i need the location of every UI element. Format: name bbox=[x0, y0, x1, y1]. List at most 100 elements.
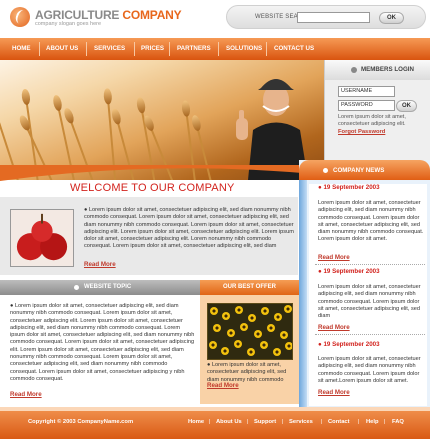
footer-separator: | bbox=[358, 419, 360, 425]
nav-item-about-us[interactable]: ABOUT US bbox=[46, 38, 78, 60]
flower bbox=[221, 347, 229, 355]
nav-item-contact-us[interactable]: CONTACT US bbox=[274, 38, 314, 60]
apples-photo bbox=[10, 209, 74, 267]
flower bbox=[248, 314, 256, 322]
flower bbox=[235, 306, 243, 314]
news-title: COMPANY NEWS bbox=[333, 167, 385, 174]
flowers-photo bbox=[207, 303, 293, 360]
members-title: MEMBERS LOGIN bbox=[361, 66, 414, 73]
copyright: Copyright © 2003 CompanyName.com bbox=[28, 419, 134, 425]
flower bbox=[213, 324, 221, 332]
search-input[interactable] bbox=[297, 12, 370, 23]
flower bbox=[234, 340, 242, 348]
topic-title: WEBSITE TOPIC bbox=[84, 284, 132, 290]
nav-separator bbox=[266, 42, 267, 56]
news-date: ● 19 September 2003 bbox=[318, 184, 380, 191]
nav-separator bbox=[39, 42, 40, 56]
news-date: ● 19 September 2003 bbox=[318, 341, 380, 348]
header: AGRICULTURE COMPANY company slogan goes … bbox=[0, 0, 430, 38]
welcome-body-text: Lorem ipsum dolor sit amet, consectetuer… bbox=[84, 207, 294, 250]
offer-header: OUR BEST OFFER bbox=[200, 280, 299, 295]
news-text: Lorem ipsum dolor sit amet, consectetuer… bbox=[318, 356, 421, 384]
search-box: WEBSITE SEARCH OK bbox=[226, 5, 426, 29]
news-date-text: 19 September 2003 bbox=[323, 184, 380, 191]
news-read-more-link[interactable]: Read More bbox=[318, 389, 350, 396]
welcome-text: ● Lorem ipsum dolor sit amet, consectetu… bbox=[84, 207, 294, 250]
nav-item-solutions[interactable]: SOLUTIONS bbox=[226, 38, 262, 60]
news-date-text: 19 September 2003 bbox=[323, 268, 380, 275]
flower bbox=[284, 305, 292, 313]
members-text: Lorem ipsum dolor sit amet, consectetuer… bbox=[338, 114, 406, 127]
flower bbox=[209, 341, 217, 349]
welcome-read-more-link[interactable]: Read More bbox=[84, 261, 116, 268]
logo-word-2: COMPANY bbox=[122, 8, 182, 22]
topic-read-more-link[interactable]: Read More bbox=[10, 391, 42, 398]
nav-separator bbox=[134, 42, 135, 56]
footer-separator: | bbox=[384, 419, 386, 425]
footer-link-services[interactable]: Services bbox=[289, 419, 313, 425]
flower bbox=[267, 324, 275, 332]
flower bbox=[273, 348, 281, 356]
footer-separator: | bbox=[247, 419, 249, 425]
news-read-more-link[interactable]: Read More bbox=[318, 324, 350, 331]
news-header: COMPANY NEWS bbox=[299, 160, 430, 180]
news-date-text: 19 September 2003 bbox=[323, 341, 380, 348]
welcome-title: WELCOME TO OUR COMPANY bbox=[70, 182, 235, 194]
nav-item-partners[interactable]: PARTNERS bbox=[177, 38, 211, 60]
flower bbox=[280, 331, 288, 339]
nav-separator bbox=[86, 42, 87, 56]
flower bbox=[227, 329, 235, 337]
news-read-more-link[interactable]: Read More bbox=[318, 254, 350, 261]
footer-link-support[interactable]: Support bbox=[254, 419, 276, 425]
bullet-icon bbox=[74, 285, 79, 290]
password-field[interactable]: PASSWORD bbox=[338, 100, 395, 111]
main-nav: HOME ABOUT US SERVICES PRICES PARTNERS S… bbox=[0, 38, 430, 60]
members-login: MEMBERS LOGIN bbox=[324, 60, 430, 165]
forgot-password-link[interactable]: Forgot Password bbox=[338, 129, 385, 135]
footer-separator: | bbox=[282, 419, 284, 425]
username-field[interactable]: USERNAME bbox=[338, 86, 395, 97]
news-date: ● 19 September 2003 bbox=[318, 268, 380, 275]
footer-link-contact[interactable]: Contact bbox=[328, 419, 350, 425]
footer-link-help[interactable]: Help bbox=[366, 419, 379, 425]
nav-separator bbox=[169, 42, 170, 56]
footer: Copyright © 2003 CompanyName.com Home | … bbox=[0, 407, 430, 439]
news-stripe bbox=[299, 180, 307, 407]
login-ok-button[interactable]: OK bbox=[396, 100, 417, 112]
footer-link-about-us[interactable]: About Us bbox=[216, 419, 242, 425]
topic-body-text: Lorem ipsum dolor sit amet, consectetuer… bbox=[10, 303, 195, 382]
news-separator bbox=[315, 264, 425, 265]
search-ok-button[interactable]: OK bbox=[379, 12, 404, 24]
flower bbox=[222, 312, 230, 320]
nav-item-services[interactable]: SERVICES bbox=[94, 38, 125, 60]
footer-link-faq[interactable]: FAQ bbox=[392, 419, 404, 425]
bullet-icon bbox=[323, 168, 328, 173]
footer-line bbox=[0, 407, 430, 411]
topic-text: ● Lorem ipsum dolor sit amet, consectetu… bbox=[10, 303, 195, 382]
topic-header: WEBSITE TOPIC bbox=[0, 280, 200, 295]
news-separator bbox=[315, 334, 425, 335]
nav-separator bbox=[218, 42, 219, 56]
news-text: Lorem ipsum dolor sit amet, consectetuer… bbox=[318, 200, 424, 243]
hero-image bbox=[0, 60, 325, 180]
flower bbox=[261, 307, 269, 315]
logo-title[interactable]: AGRICULTURE COMPANY bbox=[35, 8, 182, 22]
nav-item-prices[interactable]: PRICES bbox=[141, 38, 164, 60]
offer-body-text: Lorem ipsum dolor sit amet, consectetuer… bbox=[207, 362, 287, 383]
members-header: MEMBERS LOGIN bbox=[325, 60, 430, 80]
bullet-icon bbox=[351, 67, 357, 73]
footer-link-home[interactable]: Home bbox=[188, 419, 204, 425]
flower bbox=[247, 348, 255, 356]
flower bbox=[254, 330, 262, 338]
flower bbox=[240, 323, 248, 331]
flower bbox=[285, 342, 292, 350]
news-text: Lorem ipsum dolor sit amet, consectetuer… bbox=[318, 284, 421, 320]
offer-read-more-link[interactable]: Read More bbox=[207, 382, 239, 389]
company-news: COMPANY NEWS ● 19 September 2003 Lorem i… bbox=[299, 160, 430, 407]
nav-item-home[interactable]: HOME bbox=[12, 38, 31, 60]
offer-text: ● Lorem ipsum dolor sit amet, consectetu… bbox=[207, 362, 287, 383]
footer-separator: | bbox=[321, 419, 323, 425]
logo-icon bbox=[10, 7, 30, 27]
flower bbox=[210, 307, 218, 315]
flower bbox=[260, 341, 268, 349]
